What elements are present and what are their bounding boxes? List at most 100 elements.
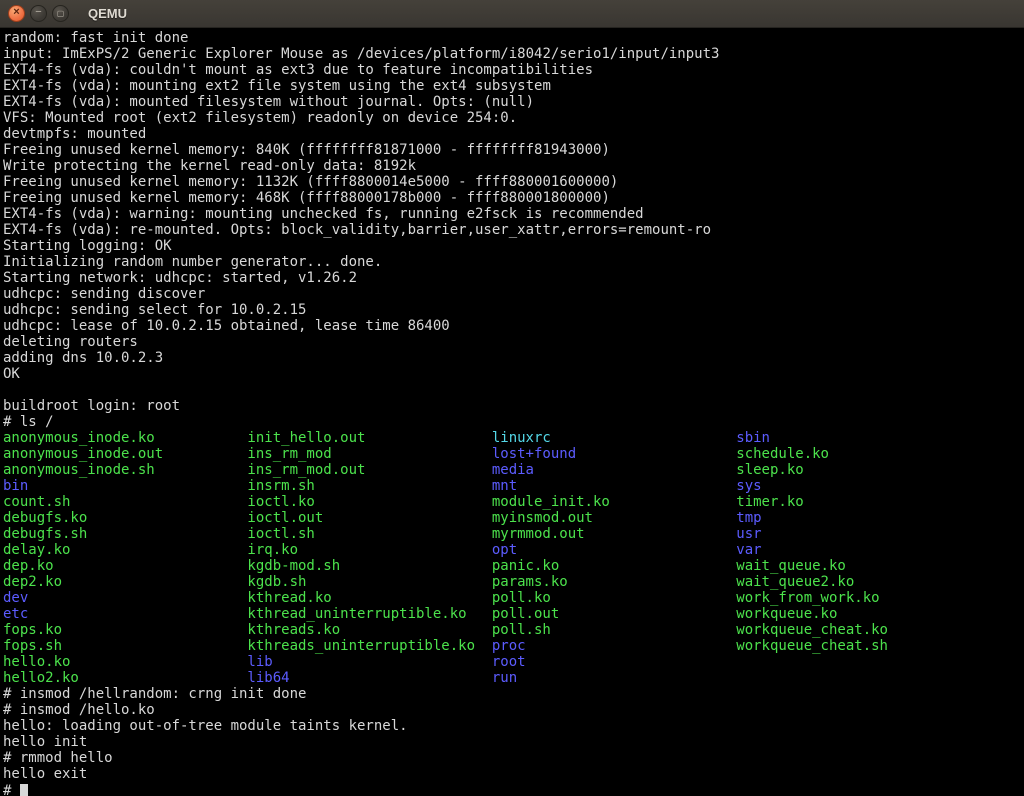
ls-entry-file: params.ko — [492, 574, 736, 590]
terminal-line: bininsrm.shmntsys — [3, 478, 1024, 494]
terminal-line: buildroot login: root — [3, 398, 1024, 414]
ls-entry-file: anonymous_inode.sh — [3, 462, 247, 478]
window-title: QEMU — [88, 6, 127, 21]
terminal-line: anonymous_inode.koinit_hello.outlinuxrcs… — [3, 430, 1024, 446]
terminal-line: debugfs.shioctl.shmyrmmod.outusr — [3, 526, 1024, 542]
ls-entry-file: poll.ko — [492, 590, 736, 606]
ls-entry-file: ins_rm_mod.out — [247, 462, 491, 478]
terminal-line: udhcpc: sending select for 10.0.2.15 — [3, 302, 1024, 318]
terminal-line: input: ImExPS/2 Generic Explorer Mouse a… — [3, 46, 1024, 62]
ls-entry-file: anonymous_inode.out — [3, 446, 247, 462]
ls-entry-file: fops.sh — [3, 638, 247, 654]
terminal-line: EXT4-fs (vda): mounting ext2 file system… — [3, 78, 1024, 94]
ls-entry-file: wait_queue2.ko — [736, 574, 980, 590]
terminal-line: OK — [3, 366, 1024, 382]
titlebar[interactable]: × − ▢ QEMU — [0, 0, 1024, 28]
ls-entry-file: myrmmod.out — [492, 526, 736, 542]
ls-entry-file: insrm.sh — [247, 478, 491, 494]
ls-entry-file: kgdb-mod.sh — [247, 558, 491, 574]
terminal-line: # insmod /hellrandom: crng init done — [3, 686, 1024, 702]
ls-entry-file: dep.ko — [3, 558, 247, 574]
terminal-line: delay.koirq.kooptvar — [3, 542, 1024, 558]
ls-entry-dir: root — [492, 654, 736, 670]
terminal-line: Freeing unused kernel memory: 1132K (fff… — [3, 174, 1024, 190]
ls-entry-file: dep2.ko — [3, 574, 247, 590]
terminal-line: # — [3, 782, 1024, 796]
ls-entry-file: debugfs.sh — [3, 526, 247, 542]
ls-entry-file: delay.ko — [3, 542, 247, 558]
terminal-line: udhcpc: lease of 10.0.2.15 obtained, lea… — [3, 318, 1024, 334]
ls-entry-dir: lost+found — [492, 446, 736, 462]
close-button[interactable]: × — [8, 5, 25, 22]
terminal-line: etckthread_uninterruptible.kopoll.outwor… — [3, 606, 1024, 622]
ls-entry-dir: mnt — [492, 478, 736, 494]
terminal-line: hello: loading out-of-tree module taints… — [3, 718, 1024, 734]
ls-entry-dir: run — [492, 670, 736, 686]
terminal-line: random: fast init done — [3, 30, 1024, 46]
ls-entry-dir: opt — [492, 542, 736, 558]
ls-entry-file: sleep.ko — [736, 462, 980, 478]
ls-entry-file: anonymous_inode.ko — [3, 430, 247, 446]
ls-entry-dir: media — [492, 462, 736, 478]
terminal-line: devkthread.kopoll.kowork_from_work.ko — [3, 590, 1024, 606]
terminal-line: anonymous_inode.shins_rm_mod.outmediasle… — [3, 462, 1024, 478]
ls-entry-file: work_from_work.ko — [736, 590, 980, 606]
ls-entry-file: init_hello.out — [247, 430, 491, 446]
terminal-line: hello init — [3, 734, 1024, 750]
ls-entry-file: schedule.ko — [736, 446, 980, 462]
ls-entry-file: module_init.ko — [492, 494, 736, 510]
terminal-line: deleting routers — [3, 334, 1024, 350]
ls-entry-file: myinsmod.out — [492, 510, 736, 526]
ls-entry-file: workqueue.ko — [736, 606, 980, 622]
ls-entry-file: panic.ko — [492, 558, 736, 574]
terminal-line: dep.kokgdb-mod.shpanic.kowait_queue.ko — [3, 558, 1024, 574]
ls-entry-file: count.sh — [3, 494, 247, 510]
terminal-line: debugfs.koioctl.outmyinsmod.outtmp — [3, 510, 1024, 526]
terminal-line: Freeing unused kernel memory: 468K (ffff… — [3, 190, 1024, 206]
ls-entry-dir: proc — [492, 638, 736, 654]
ls-entry-file: poll.sh — [492, 622, 736, 638]
ls-entry-file: workqueue_cheat.ko — [736, 622, 980, 638]
minimize-button[interactable]: − — [30, 5, 47, 22]
ls-entry-file: wait_queue.ko — [736, 558, 980, 574]
ls-entry-file: ioctl.ko — [247, 494, 491, 510]
terminal-line: udhcpc: sending discover — [3, 286, 1024, 302]
terminal-line: Initializing random number generator... … — [3, 254, 1024, 270]
ls-entry-dir: sys — [736, 478, 980, 494]
ls-entry-file: fops.ko — [3, 622, 247, 638]
maximize-icon: ▢ — [57, 10, 65, 18]
ls-entry-file: kthreads.ko — [247, 622, 491, 638]
ls-entry-file: hello2.ko — [3, 670, 247, 686]
ls-entry-file: ins_rm_mod — [247, 446, 491, 462]
maximize-button[interactable]: ▢ — [52, 5, 69, 22]
ls-entry-file: kthread.ko — [247, 590, 491, 606]
close-icon: × — [13, 7, 19, 18]
ls-entry-file: poll.out — [492, 606, 736, 622]
ls-entry-file: workqueue_cheat.sh — [736, 638, 980, 654]
terminal-line: EXT4-fs (vda): re-mounted. Opts: block_v… — [3, 222, 1024, 238]
terminal-line: EXT4-fs (vda): mounted filesystem withou… — [3, 94, 1024, 110]
ls-entry-file: kgdb.sh — [247, 574, 491, 590]
ls-entry-file: kthreads_uninterruptible.ko — [247, 638, 491, 654]
terminal-line: Freeing unused kernel memory: 840K (ffff… — [3, 142, 1024, 158]
terminal-line: # ls / — [3, 414, 1024, 430]
ls-entry-file: irq.ko — [247, 542, 491, 558]
terminal-line: dep2.kokgdb.shparams.kowait_queue2.ko — [3, 574, 1024, 590]
ls-entry-file: debugfs.ko — [3, 510, 247, 526]
terminal-line: hello.kolibroot — [3, 654, 1024, 670]
ls-entry-dir: bin — [3, 478, 247, 494]
ls-entry-dir: usr — [736, 526, 980, 542]
terminal-line: adding dns 10.0.2.3 — [3, 350, 1024, 366]
ls-entry-dir: etc — [3, 606, 247, 622]
ls-entry-dir: dev — [3, 590, 247, 606]
terminal-line: Write protecting the kernel read-only da… — [3, 158, 1024, 174]
ls-entry-dir: lib — [247, 654, 491, 670]
terminal-line: VFS: Mounted root (ext2 filesystem) read… — [3, 110, 1024, 126]
terminal-line: fops.shkthreads_uninterruptible.koprocwo… — [3, 638, 1024, 654]
terminal[interactable]: random: fast init doneinput: ImExPS/2 Ge… — [0, 28, 1024, 796]
terminal-line: hello2.kolib64run — [3, 670, 1024, 686]
qemu-window: × − ▢ QEMU random: fast init doneinput: … — [0, 0, 1024, 796]
terminal-line: anonymous_inode.outins_rm_modlost+founds… — [3, 446, 1024, 462]
shell-prompt: # — [3, 783, 20, 796]
ls-entry-file: timer.ko — [736, 494, 980, 510]
